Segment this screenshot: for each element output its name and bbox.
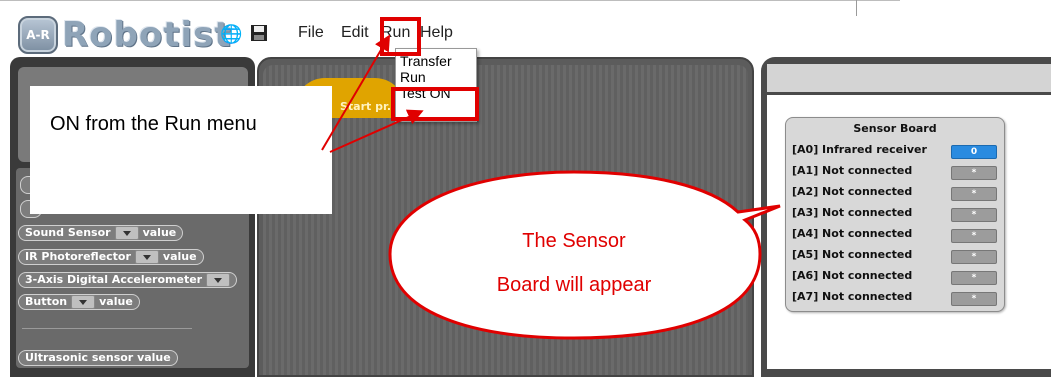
robotist-logo: A-R Robotist <box>18 15 232 55</box>
sensor-row-label: [A4] Not connected <box>792 227 913 240</box>
block-label: Sound Sensor <box>25 226 111 239</box>
sensor-row-label: [A3] Not connected <box>792 206 913 219</box>
sensor-row-value: * <box>951 271 997 285</box>
sensor-row-label: [A6] Not connected <box>792 269 913 282</box>
top-border-tick <box>856 0 857 16</box>
floppy-disk-icon[interactable] <box>250 24 268 47</box>
sensor-row-value: * <box>951 208 997 222</box>
right-panel-header <box>767 64 1051 92</box>
dropdown-icon[interactable] <box>114 226 139 240</box>
block-value-label: value <box>142 226 177 239</box>
block-value-label: value <box>99 295 133 308</box>
sensor-row-label: [A0] Infrared receiver <box>792 143 927 156</box>
palette-divider <box>22 328 192 329</box>
dropdown-icon[interactable] <box>206 273 231 287</box>
sensor-row-value: * <box>951 292 997 306</box>
menu-help[interactable]: Help <box>420 24 453 42</box>
ir-photoreflector-block[interactable]: IR Photoreflector value <box>18 249 204 265</box>
button-block[interactable]: Button value <box>18 294 140 310</box>
instruction-box: ON from the Run menu <box>30 86 332 214</box>
dropdown-icon[interactable] <box>71 295 96 309</box>
ultrasonic-sensor-block[interactable]: Ultrasonic sensor value <box>18 350 178 366</box>
logo-badge: A-R <box>18 16 58 54</box>
sensor-row-value: * <box>951 250 997 264</box>
dropdown-icon[interactable] <box>134 250 159 264</box>
sensor-row-label: [A1] Not connected <box>792 164 913 177</box>
sensor-board: Sensor Board [A0] Infrared receiver 0 [A… <box>785 117 1005 312</box>
test-on-highlight <box>391 87 479 121</box>
sensor-row-value: 0 <box>951 145 997 159</box>
block-value-label: value <box>162 250 197 263</box>
accelerometer-block[interactable]: 3-Axis Digital Accelerometer <box>18 272 238 288</box>
block-label: Ultrasonic sensor value <box>25 351 171 364</box>
sensor-row-label: [A5] Not connected <box>792 248 913 261</box>
top-border <box>0 0 900 1</box>
bubble-text-line1: The Sensor <box>522 230 626 252</box>
sound-sensor-block[interactable]: Sound Sensor value <box>18 225 184 241</box>
logo-text: Robotist <box>62 15 232 55</box>
instruction-text: ON from the Run menu <box>50 113 257 135</box>
block-label: IR Photoreflector <box>25 250 131 263</box>
sensor-row-value: * <box>951 187 997 201</box>
block-label: Button <box>25 295 68 308</box>
menu-item-run[interactable]: Run <box>396 69 476 85</box>
sensor-row-label: [A2] Not connected <box>792 185 913 198</box>
run-menu-highlight <box>380 17 421 56</box>
block-label: 3-Axis Digital Accelerometer <box>25 273 203 286</box>
bubble-text-line2: Board will appear <box>496 274 652 296</box>
menu-file[interactable]: File <box>298 24 324 42</box>
sensor-row-value: * <box>951 166 997 180</box>
sensor-row-label: [A7] Not connected <box>792 290 913 303</box>
globe-icon[interactable]: 🌐 <box>220 24 242 45</box>
sensor-row-value: * <box>951 229 997 243</box>
sensor-board-title: Sensor Board <box>853 122 937 135</box>
menu-edit[interactable]: Edit <box>341 24 369 42</box>
